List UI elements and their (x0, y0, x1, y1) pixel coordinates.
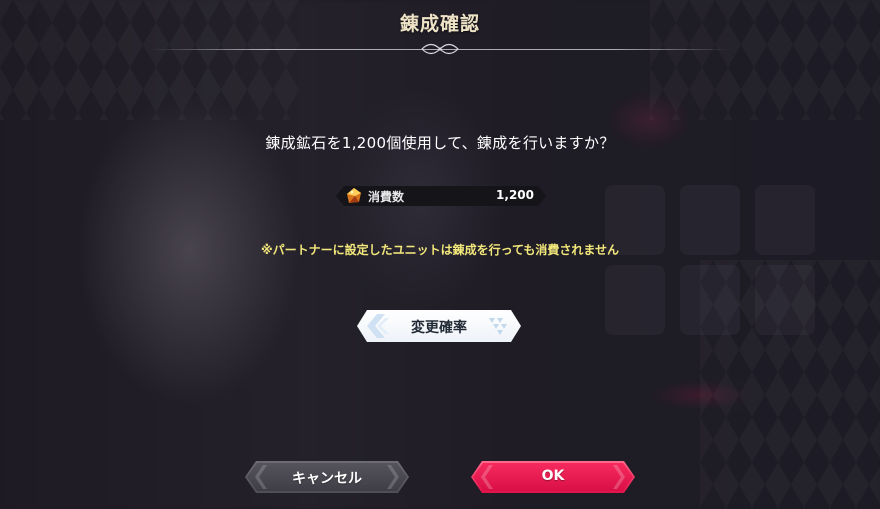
ore-icon (347, 188, 361, 203)
cost-label: 消費数 (368, 190, 405, 204)
confirm-message: 錬成鉱石を1,200個使用して、錬成を行いますか？ (265, 134, 615, 152)
ok-button-label: OK (541, 468, 565, 484)
probability-button-label: 変更確率 (411, 320, 467, 336)
partner-notice: ※パートナーに設定したユニットは錬成を行っても消費されません (260, 243, 620, 257)
probability-button[interactable]: 変更確率 (357, 310, 521, 342)
dialog-title: 錬成確認 (399, 13, 480, 35)
cancel-button-label: キャンセル (292, 471, 362, 487)
cost-value: 1,200 (496, 188, 534, 202)
cancel-button[interactable]: キャンセル (245, 461, 409, 493)
ornament-icon (421, 43, 459, 55)
ok-button[interactable]: OK (471, 461, 635, 493)
screen: 錬成確認 錬成鉱石を1,200個使用して、錬成を行いますか？ 消費数 1,200… (0, 0, 880, 509)
